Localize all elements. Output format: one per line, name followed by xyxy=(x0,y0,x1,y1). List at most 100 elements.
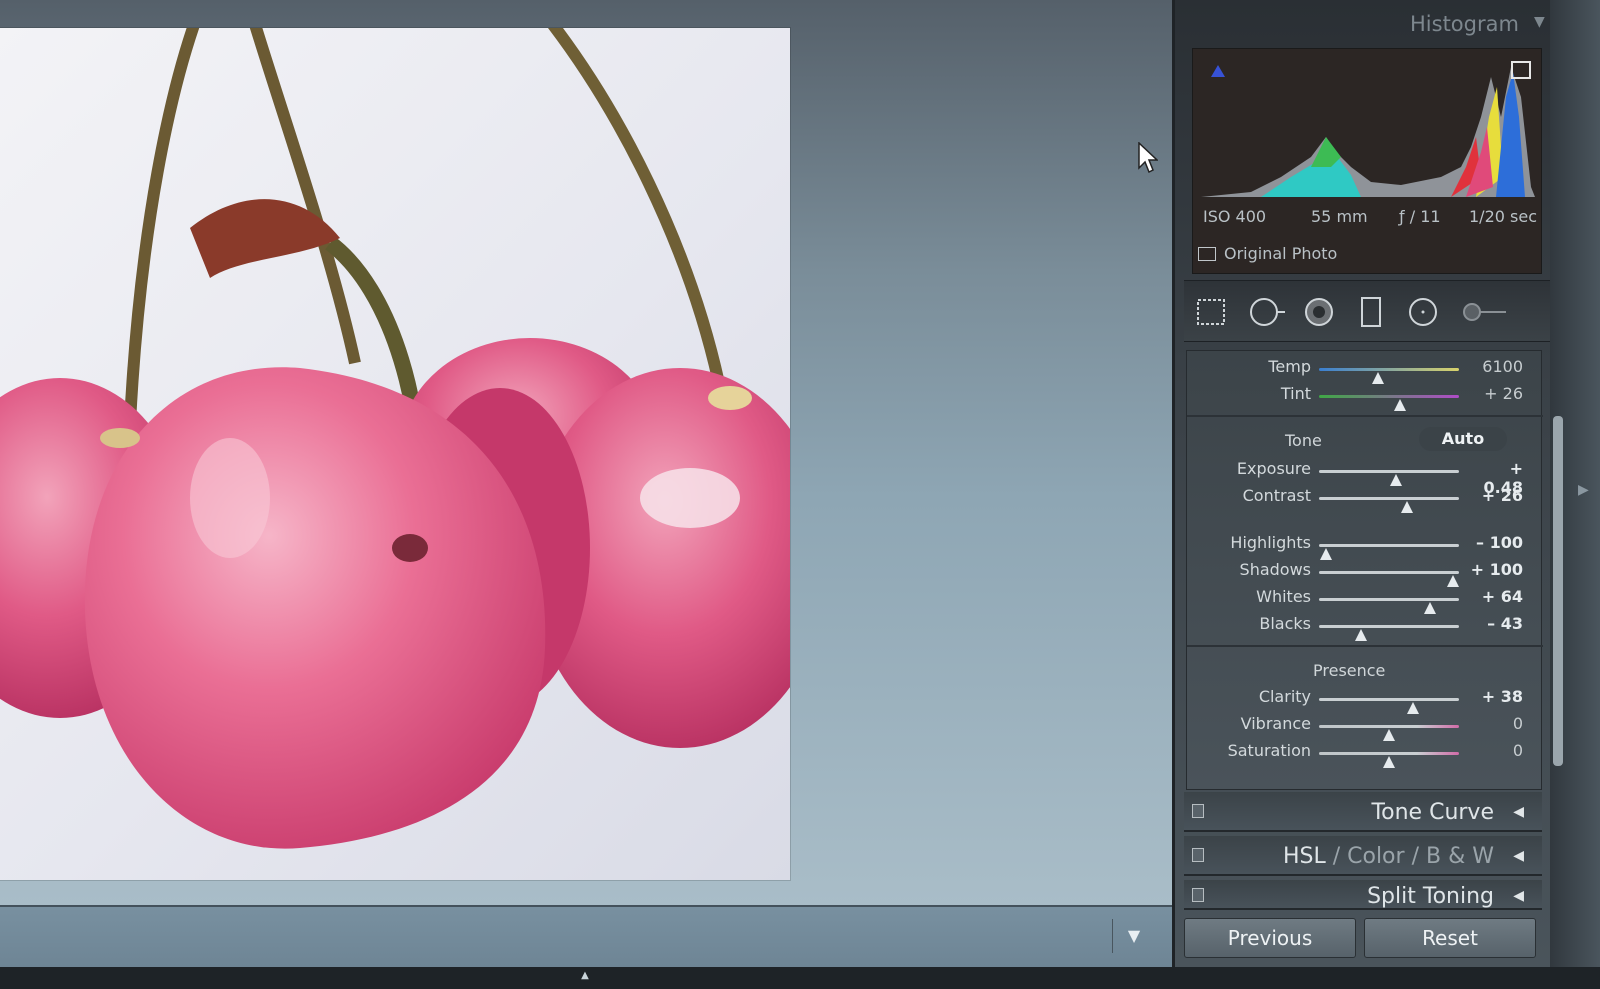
aperture-value: ƒ / 11 xyxy=(1399,207,1441,226)
radial-filter-icon[interactable] xyxy=(1406,295,1440,329)
highlights-slider-thumb[interactable] xyxy=(1320,548,1332,560)
iso-value: ISO 400 xyxy=(1203,207,1267,226)
basic-panel: Temp 6100 Tint + 26 Tone Auto Exposure +… xyxy=(1186,350,1543,790)
vibrance-value[interactable]: 0 xyxy=(1467,714,1523,733)
contrast-slider[interactable] xyxy=(1319,497,1459,513)
chevron-left-icon[interactable]: ◀ xyxy=(1513,804,1524,820)
divider xyxy=(1187,415,1543,417)
hsl-color-bw-title: HSL / Color / B & W xyxy=(1283,844,1494,869)
divider xyxy=(1187,645,1543,647)
shadows-label: Shadows xyxy=(1239,560,1311,579)
highlight-clipping-icon[interactable] xyxy=(1511,61,1531,79)
clarity-row: Clarity + 38 xyxy=(1187,687,1543,714)
blacks-value[interactable]: – 43 xyxy=(1467,614,1523,633)
exposure-row: Exposure + 0.48 xyxy=(1187,459,1543,497)
tab-separator: / xyxy=(1332,844,1341,869)
shadow-clipping-icon[interactable] xyxy=(1211,65,1225,77)
vibrance-slider[interactable] xyxy=(1319,725,1459,741)
photo-canvas[interactable] xyxy=(0,0,1172,905)
shadows-row: Shadows + 100 xyxy=(1187,560,1543,587)
tint-value[interactable]: + 26 xyxy=(1467,384,1523,403)
exposure-slider-thumb[interactable] xyxy=(1390,474,1402,486)
tint-row: Tint + 26 xyxy=(1187,384,1543,411)
panel-handle-icon[interactable]: ▲ xyxy=(575,970,595,984)
highlights-row: Highlights – 100 xyxy=(1187,533,1543,560)
histogram[interactable]: ISO 400 55 mm ƒ / 11 1/20 sec xyxy=(1192,48,1542,274)
original-photo-label: Original Photo xyxy=(1224,244,1338,263)
lightroom-develop-window: ▼ ▲ ▶ Histogram ▼ ISO 400 55 mm ƒ / 11 1… xyxy=(0,0,1600,989)
toolbar xyxy=(0,905,1172,967)
red-eye-icon[interactable] xyxy=(1302,295,1336,329)
whites-slider[interactable] xyxy=(1319,598,1459,614)
shutter-value: 1/20 sec xyxy=(1469,207,1537,226)
tone-curve-title: Tone Curve xyxy=(1371,800,1494,825)
chevron-left-icon[interactable]: ◀ xyxy=(1513,848,1524,864)
histogram-caret-icon[interactable]: ▼ xyxy=(1534,14,1545,30)
split-toning-title: Split Toning xyxy=(1367,884,1494,909)
clarity-slider[interactable] xyxy=(1319,698,1459,714)
chevron-down-icon[interactable]: ▼ xyxy=(1112,919,1148,953)
temp-row: Temp 6100 xyxy=(1187,357,1543,384)
highlights-slider[interactable] xyxy=(1319,544,1459,560)
saturation-slider-thumb[interactable] xyxy=(1383,756,1395,768)
tint-slider[interactable] xyxy=(1319,395,1459,411)
chevron-left-icon[interactable]: ◀ xyxy=(1513,888,1524,904)
whites-row: Whites + 64 xyxy=(1187,587,1543,614)
blacks-slider-thumb[interactable] xyxy=(1355,629,1367,641)
whites-label: Whites xyxy=(1256,587,1311,606)
saturation-row: Saturation 0 xyxy=(1187,741,1543,768)
cursor-icon xyxy=(1138,141,1159,178)
tint-slider-thumb[interactable] xyxy=(1394,399,1407,411)
temp-slider[interactable] xyxy=(1319,368,1459,384)
tool-strip xyxy=(1184,280,1550,342)
vibrance-slider-thumb[interactable] xyxy=(1383,729,1395,741)
color-tab[interactable]: Color xyxy=(1347,844,1404,869)
histogram-graph xyxy=(1201,67,1535,197)
hsl-panel-header[interactable]: HSL / Color / B & W ◀ xyxy=(1184,836,1542,876)
vibrance-label: Vibrance xyxy=(1240,714,1311,733)
shadows-value[interactable]: + 100 xyxy=(1467,560,1523,579)
filmstrip-bar xyxy=(0,967,1600,989)
whites-value[interactable]: + 64 xyxy=(1467,587,1523,606)
panel-scrollbar[interactable] xyxy=(1553,416,1563,766)
crop-icon[interactable] xyxy=(1194,295,1228,329)
temp-value[interactable]: 6100 xyxy=(1467,357,1523,376)
saturation-value[interactable]: 0 xyxy=(1467,741,1523,760)
split-toning-panel-header[interactable]: Split Toning ◀ xyxy=(1184,880,1542,910)
contrast-slider-thumb[interactable] xyxy=(1401,501,1414,513)
tone-curve-panel-header[interactable]: Tone Curve ◀ xyxy=(1184,792,1542,832)
hsl-tab[interactable]: HSL xyxy=(1283,844,1326,869)
adjustment-brush-icon[interactable] xyxy=(1460,295,1506,329)
clarity-label: Clarity xyxy=(1258,687,1311,706)
graduated-filter-icon[interactable] xyxy=(1354,295,1388,329)
saturation-slider[interactable] xyxy=(1319,752,1459,768)
clarity-slider-thumb[interactable] xyxy=(1406,702,1419,714)
panel-switch[interactable] xyxy=(1192,804,1204,818)
contrast-row: Contrast + 26 xyxy=(1187,486,1543,513)
auto-button[interactable]: Auto xyxy=(1419,427,1507,451)
reset-button[interactable]: Reset xyxy=(1364,918,1536,958)
highlights-value[interactable]: – 100 xyxy=(1467,533,1523,552)
temp-slider-thumb[interactable] xyxy=(1371,372,1384,384)
spot-removal-icon[interactable] xyxy=(1248,295,1285,329)
blacks-row: Blacks – 43 xyxy=(1187,614,1543,641)
panel-switch[interactable] xyxy=(1192,848,1204,862)
blacks-label: Blacks xyxy=(1259,614,1311,633)
shadows-slider[interactable] xyxy=(1319,571,1460,587)
contrast-label: Contrast xyxy=(1242,486,1311,505)
exposure-slider[interactable] xyxy=(1319,470,1459,486)
previous-button[interactable]: Previous xyxy=(1184,918,1356,958)
saturation-label: Saturation xyxy=(1227,741,1311,760)
chevron-right-icon[interactable]: ▶ xyxy=(1578,482,1589,498)
original-photo-toggle[interactable]: Original Photo xyxy=(1198,244,1337,263)
shadows-slider-thumb[interactable] xyxy=(1447,575,1460,587)
panel-switch[interactable] xyxy=(1192,888,1204,902)
original-photo-checkbox[interactable] xyxy=(1198,247,1216,261)
histogram-title[interactable]: Histogram xyxy=(1410,12,1519,36)
clarity-value[interactable]: + 38 xyxy=(1467,687,1523,706)
blacks-slider[interactable] xyxy=(1319,625,1459,641)
exposure-label: Exposure xyxy=(1236,459,1311,478)
contrast-value[interactable]: + 26 xyxy=(1467,486,1523,505)
bw-tab[interactable]: B & W xyxy=(1426,844,1494,869)
whites-slider-thumb[interactable] xyxy=(1423,602,1436,614)
